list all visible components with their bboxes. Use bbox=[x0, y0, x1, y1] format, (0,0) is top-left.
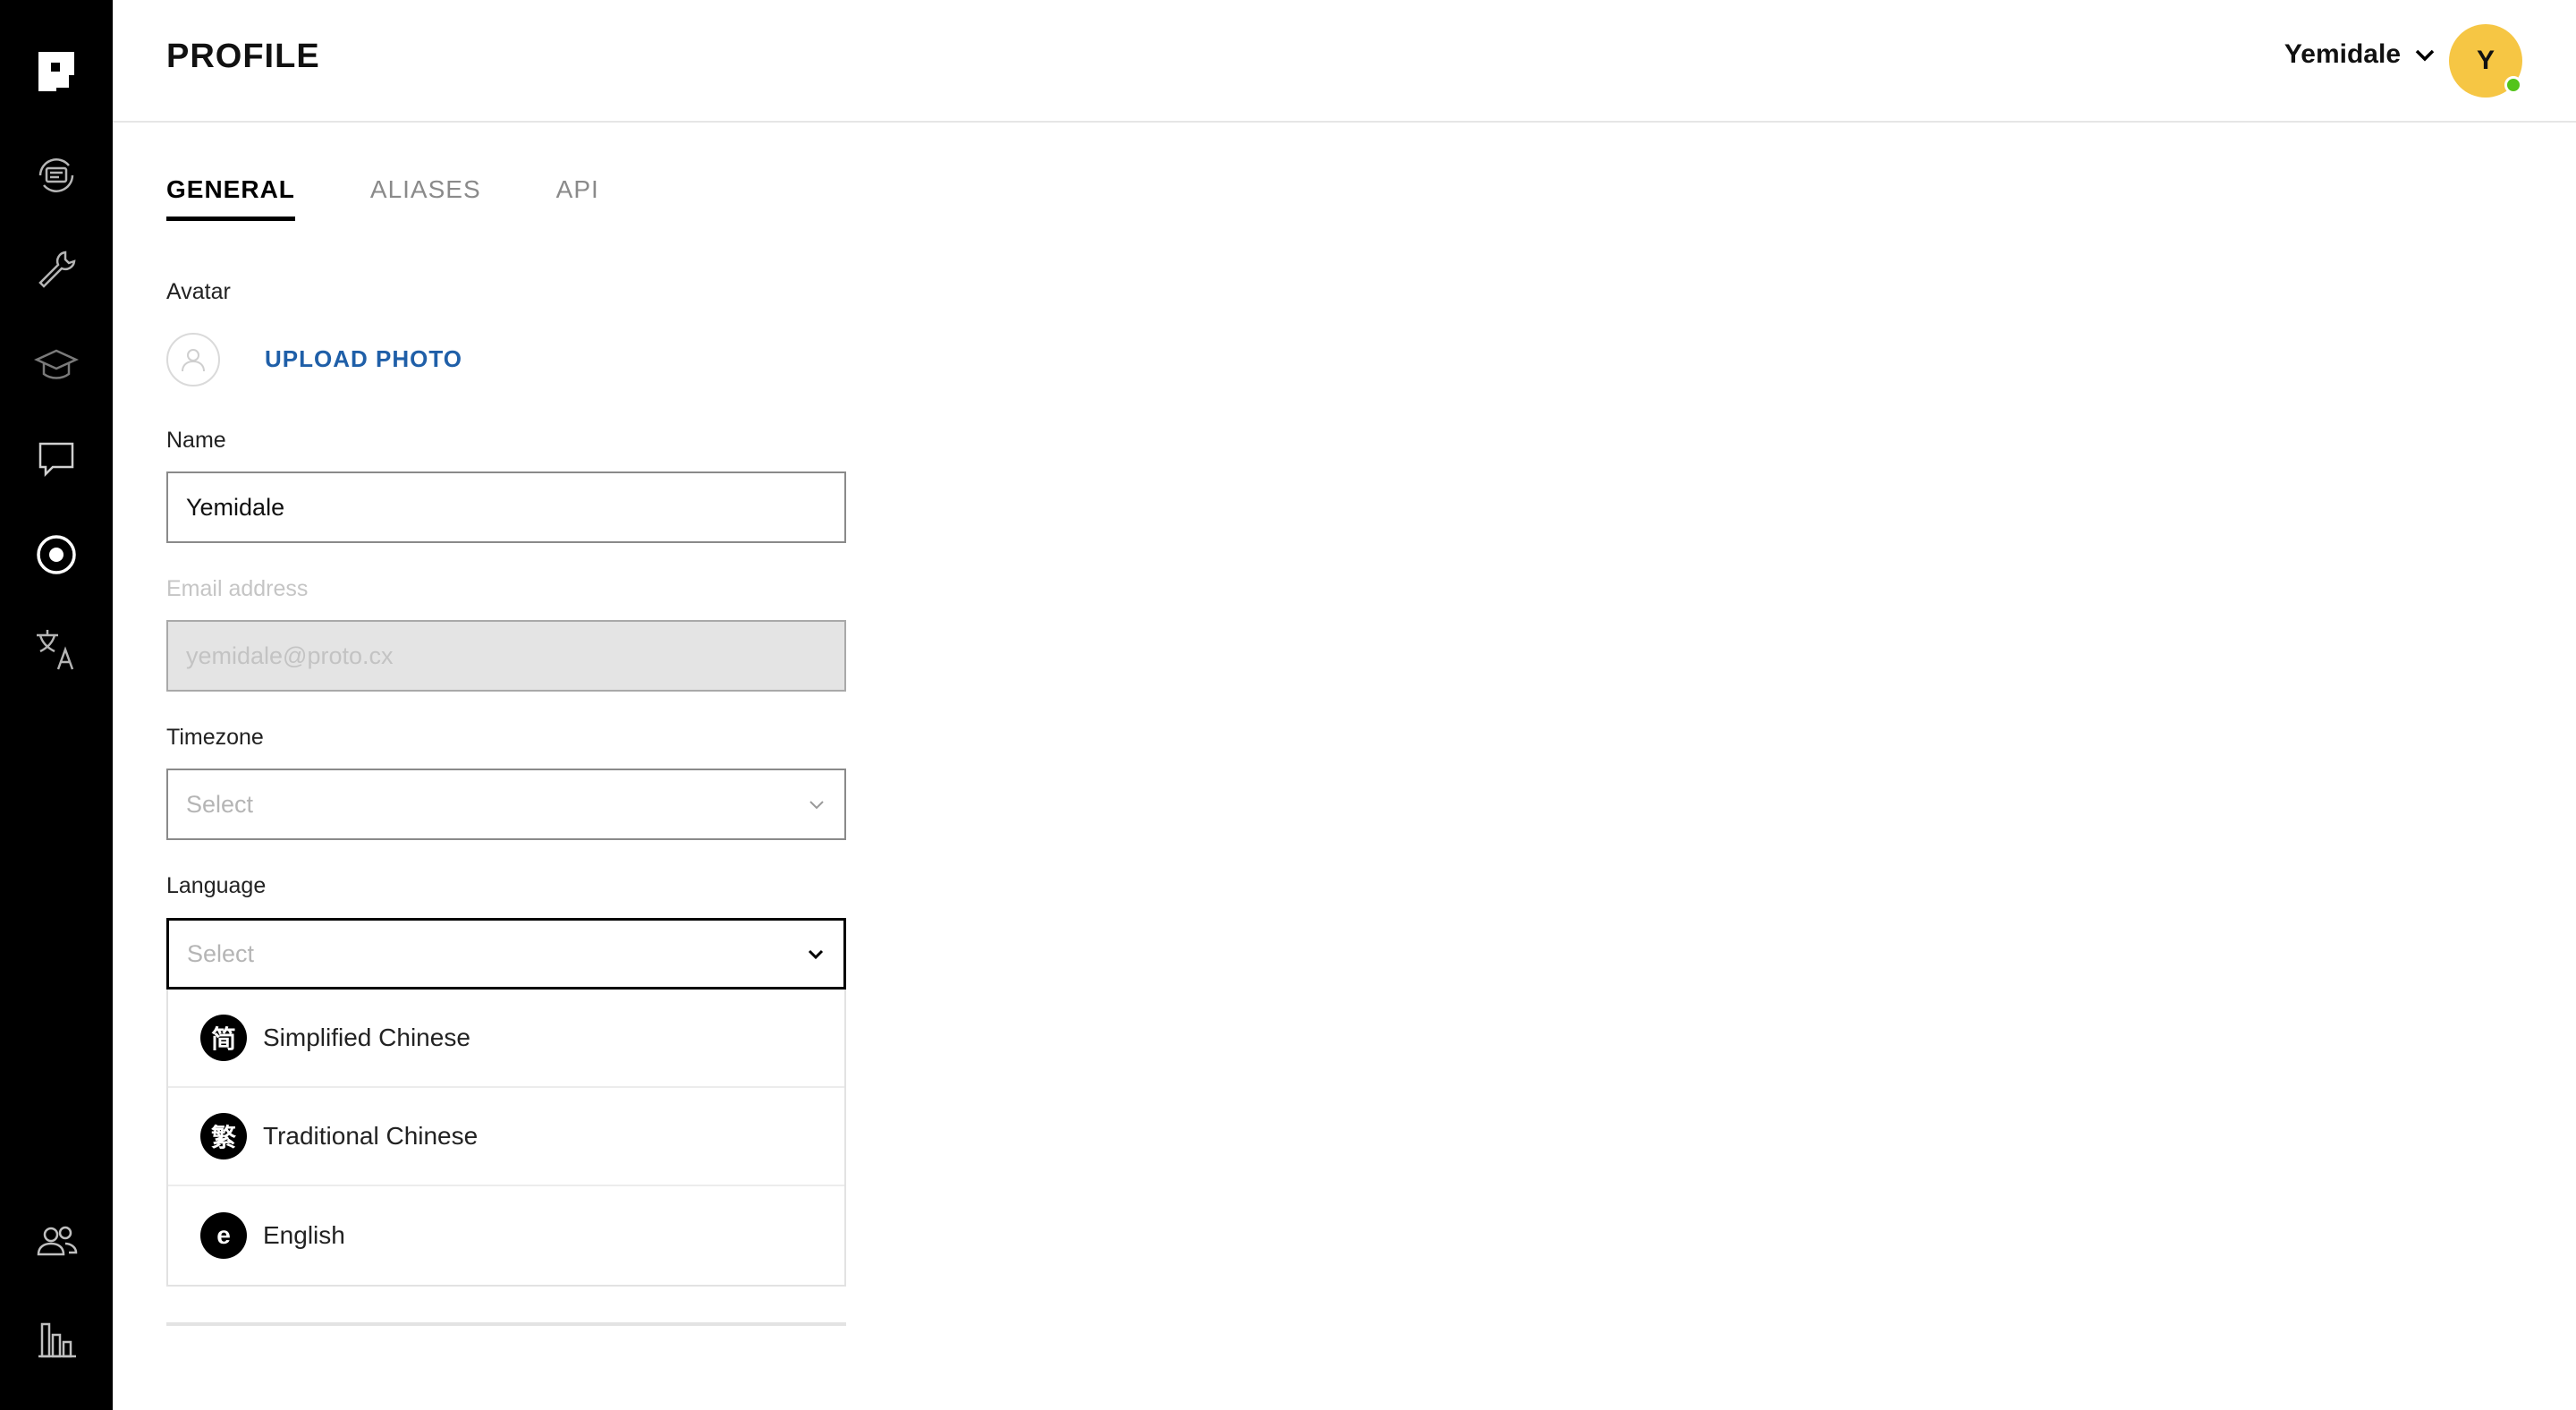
timezone-placeholder: Select bbox=[186, 790, 254, 818]
simplified-chinese-icon: 简 bbox=[200, 1015, 247, 1061]
wrench-icon[interactable] bbox=[30, 243, 83, 297]
header: PROFILE Yemidale Y bbox=[113, 0, 2576, 123]
chevron-down-icon bbox=[807, 794, 826, 814]
avatar-placeholder bbox=[166, 333, 220, 386]
email-field: yemidale@proto.cx bbox=[166, 620, 846, 692]
language-dropdown-menu: 简 Simplified Chinese 繁 Traditional Chine… bbox=[166, 990, 846, 1287]
graduation-cap-icon[interactable] bbox=[30, 338, 83, 392]
target-icon[interactable] bbox=[30, 528, 83, 582]
language-placeholder: Select bbox=[187, 939, 255, 967]
option-label: English bbox=[263, 1221, 345, 1249]
option-label: Simplified Chinese bbox=[263, 1024, 470, 1051]
language-option-simplified-chinese[interactable]: 简 Simplified Chinese bbox=[168, 990, 844, 1088]
timezone-select[interactable]: Select bbox=[166, 769, 846, 840]
traditional-chinese-icon: 繁 bbox=[200, 1113, 247, 1159]
language-select[interactable]: Select bbox=[166, 918, 846, 990]
email-label: Email address bbox=[166, 576, 309, 601]
language-label: Language bbox=[166, 873, 267, 898]
name-input[interactable]: Yemidale bbox=[166, 471, 846, 543]
user-menu[interactable]: Yemidale bbox=[2284, 39, 2436, 70]
language-option-traditional-chinese[interactable]: 繁 Traditional Chinese bbox=[168, 1088, 844, 1186]
chevron-down-icon bbox=[806, 944, 826, 964]
user-icon bbox=[182, 349, 205, 372]
sidebar bbox=[0, 0, 113, 1410]
avatar-initial: Y bbox=[2476, 46, 2495, 75]
translate-icon[interactable] bbox=[30, 623, 83, 676]
conversation-flow-icon[interactable] bbox=[30, 149, 83, 202]
chat-bubble-icon[interactable] bbox=[30, 433, 83, 487]
users-icon[interactable] bbox=[30, 1215, 83, 1269]
avatar[interactable]: Y bbox=[2449, 24, 2522, 98]
user-name: Yemidale bbox=[2284, 39, 2401, 69]
tab-api[interactable]: API bbox=[556, 175, 599, 221]
name-label: Name bbox=[166, 428, 226, 453]
tab-general[interactable]: GENERAL bbox=[166, 175, 295, 221]
english-icon: e bbox=[200, 1212, 247, 1259]
page-title: PROFILE bbox=[166, 38, 320, 75]
timezone-label: Timezone bbox=[166, 725, 264, 750]
option-label: Traditional Chinese bbox=[263, 1122, 479, 1150]
analytics-chart-icon[interactable] bbox=[30, 1312, 83, 1365]
chevron-down-icon bbox=[2413, 43, 2436, 66]
tab-aliases[interactable]: ALIASES bbox=[370, 175, 481, 221]
avatar-label: Avatar bbox=[166, 279, 231, 304]
upload-photo-link[interactable]: UPLOAD PHOTO bbox=[265, 345, 462, 373]
online-status-dot bbox=[2504, 76, 2522, 94]
logo-icon[interactable] bbox=[30, 45, 83, 98]
profile-tabs: GENERAL ALIASES API bbox=[166, 175, 599, 221]
divider bbox=[166, 1322, 846, 1326]
language-option-english[interactable]: e English bbox=[168, 1186, 844, 1285]
